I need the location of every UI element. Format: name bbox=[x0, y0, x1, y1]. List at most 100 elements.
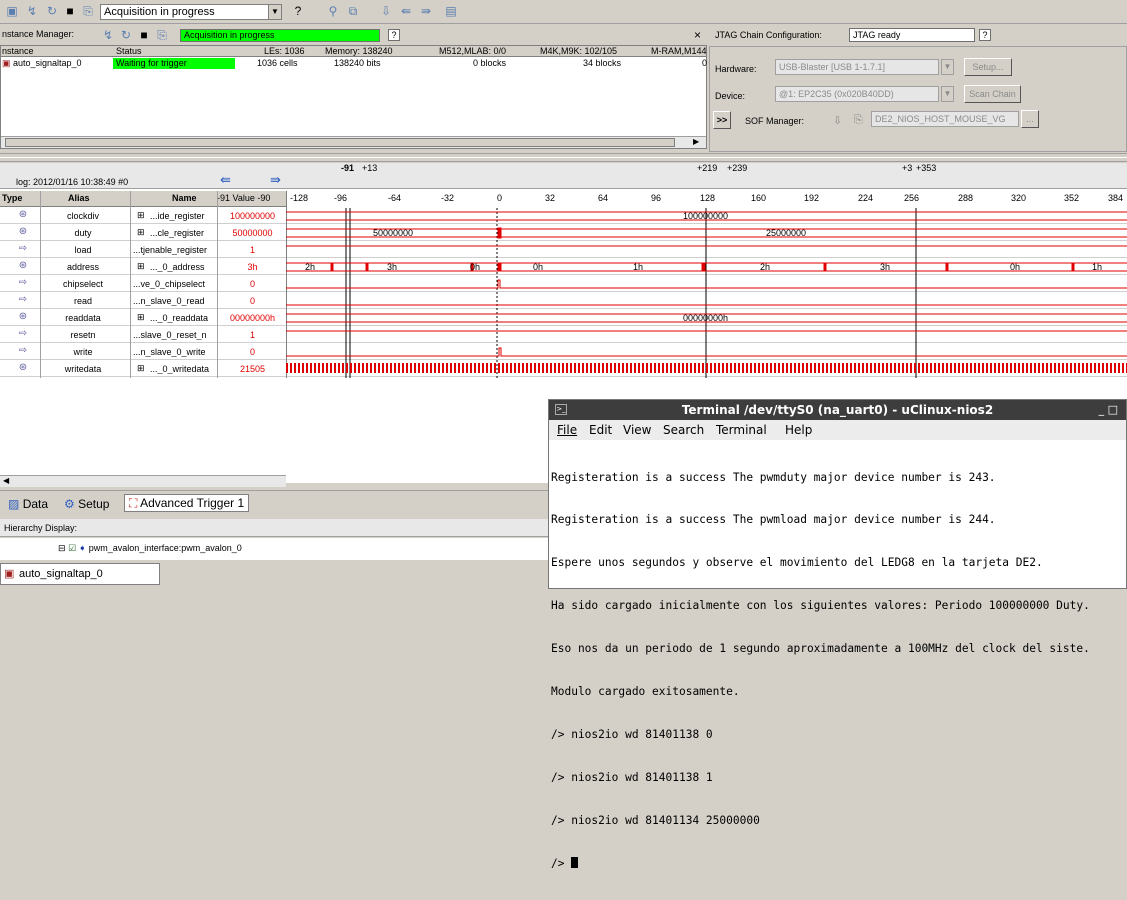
terminal-prompt: /> bbox=[551, 856, 572, 870]
autorun-analysis-icon[interactable]: ↻ bbox=[44, 3, 60, 19]
stop-analysis-icon[interactable]: ■ bbox=[62, 3, 78, 19]
trigger-tab-icon: ⛶ bbox=[129, 496, 138, 510]
expand-icon[interactable]: ⊞ bbox=[137, 227, 145, 238]
expand-icon[interactable]: ⊞ bbox=[137, 210, 145, 221]
wave-label: 0h bbox=[1010, 262, 1021, 272]
help-icon[interactable]: ? bbox=[290, 3, 306, 19]
tab-setup[interactable]: ⚙ Setup bbox=[64, 494, 109, 514]
instance-row[interactable]: ▣ auto_signaltap_0 Waiting for trigger 1… bbox=[1, 58, 708, 70]
setup-button[interactable]: Setup... bbox=[964, 58, 1012, 76]
tab-advanced-trigger[interactable]: ⛶ Advanced Trigger 1 bbox=[124, 494, 250, 512]
hierarchy-title: Hierarchy Display: bbox=[4, 523, 78, 533]
col-status[interactable]: Status bbox=[116, 46, 142, 56]
col-type[interactable]: Type bbox=[2, 193, 22, 203]
copy-icon[interactable]: ⧉ bbox=[345, 3, 361, 19]
prev-transition-icon[interactable]: ⇚ bbox=[398, 3, 414, 19]
instance-status-text: Waiting for trigger bbox=[116, 58, 187, 68]
terminal-prompt-line[interactable]: /> bbox=[551, 856, 1090, 871]
device-select[interactable]: @1: EP2C35 (0x020B40DD) bbox=[775, 86, 939, 102]
prev-marker-icon[interactable]: ⇚ bbox=[220, 172, 231, 188]
terminal-line: /> nios2io wd 81401138 1 bbox=[551, 770, 713, 784]
col-memory[interactable]: Memory: 138240 bbox=[325, 46, 393, 56]
sof-expand-label: >> bbox=[716, 115, 728, 125]
checkbox-icon[interactable]: ☑ bbox=[68, 543, 76, 553]
device-value: @1: EP2C35 (0x020B40DD) bbox=[779, 89, 894, 99]
autorun-instance-icon[interactable]: ↻ bbox=[118, 27, 134, 43]
instance-les: 1036 cells bbox=[257, 58, 298, 68]
window-controls-icon[interactable]: _ □ bbox=[1099, 400, 1118, 420]
chevron-down-icon[interactable]: ▼ bbox=[941, 59, 954, 75]
zoom-icon[interactable]: ⚲ bbox=[325, 3, 341, 19]
instance-tab[interactable]: ▣ auto_signaltap_0 bbox=[0, 563, 160, 585]
collapse-icon[interactable]: ⊟ bbox=[58, 543, 66, 553]
tab-data[interactable]: ▨ Data bbox=[8, 494, 48, 514]
col-instance[interactable]: nstance bbox=[2, 46, 34, 56]
signal-value: 0 bbox=[249, 279, 255, 289]
signal-value: 100000000 bbox=[229, 211, 276, 221]
signal-alias: chipselect bbox=[62, 279, 104, 289]
col-value[interactable]: -91 Value -90 bbox=[217, 193, 270, 203]
col-mram[interactable]: M-RAM,M144 bbox=[651, 46, 707, 56]
scan-chain-label: Scan Chain bbox=[969, 89, 1016, 99]
run-analysis-icon[interactable]: ↯ bbox=[24, 3, 40, 19]
expand-icon[interactable]: ⊞ bbox=[137, 261, 145, 272]
acquisition-status-combo[interactable]: Acquisition in progress ▼ bbox=[100, 4, 282, 20]
marker-2-offset: +239 bbox=[727, 163, 748, 173]
column-divider bbox=[217, 191, 218, 378]
chevron-down-icon[interactable]: ▼ bbox=[268, 5, 281, 19]
sof-browse-button[interactable]: ... bbox=[1021, 110, 1039, 128]
list-icon[interactable]: ▤ bbox=[443, 3, 459, 19]
menu-search[interactable]: Search bbox=[663, 423, 704, 437]
ruler-tick: 160 bbox=[751, 193, 767, 203]
sof-expand-button[interactable]: >> bbox=[713, 111, 731, 129]
expand-icon[interactable]: ⊞ bbox=[137, 312, 145, 323]
run-instance-icon[interactable]: ↯ bbox=[100, 27, 116, 43]
help-icon[interactable]: ? bbox=[979, 29, 991, 41]
col-les[interactable]: LEs: 1036 bbox=[264, 46, 305, 56]
menu-help[interactable]: Help bbox=[785, 423, 812, 437]
menu-edit[interactable]: Edit bbox=[589, 423, 612, 437]
horizontal-scrollbar[interactable]: ▶ bbox=[1, 136, 706, 148]
attach-icon[interactable]: ⎘ bbox=[854, 114, 863, 127]
scan-chain-button[interactable]: Scan Chain bbox=[964, 85, 1021, 103]
tree-item[interactable]: ⊟ ☑ ➧ pwm_avalon_interface:pwm_avalon_0 bbox=[58, 543, 242, 554]
next-marker-icon[interactable]: ⇛ bbox=[270, 172, 281, 188]
bus-type-icon: ⊛ bbox=[18, 260, 28, 271]
help-icon[interactable]: ? bbox=[388, 29, 400, 41]
col-name[interactable]: Name bbox=[172, 193, 197, 203]
program-device-icon[interactable]: ⇩ bbox=[833, 114, 842, 127]
waveform-hscrollbar[interactable]: ◀ bbox=[0, 475, 286, 487]
panel-splitter[interactable] bbox=[0, 153, 1127, 162]
wave-label: 0h bbox=[470, 262, 481, 272]
menu-terminal[interactable]: Terminal bbox=[716, 423, 767, 437]
scrollbar-thumb[interactable] bbox=[5, 138, 675, 147]
chevron-down-icon[interactable]: ▼ bbox=[941, 86, 954, 102]
wave-label: 00000000h bbox=[683, 313, 729, 323]
ruler-tick: 0 bbox=[497, 193, 503, 203]
stop-instance-icon[interactable]: ■ bbox=[136, 27, 152, 43]
col-alias[interactable]: Alias bbox=[68, 193, 90, 203]
next-transition-icon[interactable]: ⇛ bbox=[418, 3, 434, 19]
instance-mram: 0 bbox=[702, 58, 708, 68]
read-instance-icon[interactable]: ⎘ bbox=[154, 27, 170, 43]
terminal-menubar: File Edit View Search Terminal Help bbox=[549, 420, 1126, 440]
hardware-select[interactable]: USB-Blaster [USB 1-1.7.1] bbox=[775, 59, 939, 75]
wave-label: 1h bbox=[1092, 262, 1103, 272]
input-type-icon: ⇨ bbox=[18, 345, 28, 356]
sof-file-field[interactable]: DE2_NIOS_HOST_MOUSE_VG bbox=[871, 111, 1019, 127]
col-m512[interactable]: M512,MLAB: 0/0 bbox=[439, 46, 506, 56]
read-data-icon[interactable]: ⎘ bbox=[80, 3, 96, 19]
insert-node-icon[interactable]: ⇩ bbox=[378, 3, 394, 19]
instance-icon[interactable]: ▣ bbox=[4, 3, 20, 19]
expand-icon[interactable]: ⊞ bbox=[137, 363, 145, 374]
col-m4k[interactable]: M4K,M9K: 102/105 bbox=[540, 46, 617, 56]
terminal-titlebar[interactable]: >_ Terminal /dev/ttyS0 (na_uart0) - uCli… bbox=[549, 400, 1126, 420]
wave-label: 2h bbox=[305, 262, 316, 272]
terminal-output[interactable]: Registeration is a success The pwmduty m… bbox=[551, 442, 1090, 900]
menu-file[interactable]: File bbox=[557, 423, 577, 437]
menu-view[interactable]: View bbox=[623, 423, 651, 437]
scroll-left-icon[interactable]: ◀ bbox=[3, 476, 9, 485]
terminal-line: Eso nos da un periodo de 1 segundo aprox… bbox=[551, 642, 1090, 656]
close-icon[interactable]: × bbox=[694, 28, 701, 42]
scroll-right-icon[interactable]: ▶ bbox=[693, 137, 699, 146]
